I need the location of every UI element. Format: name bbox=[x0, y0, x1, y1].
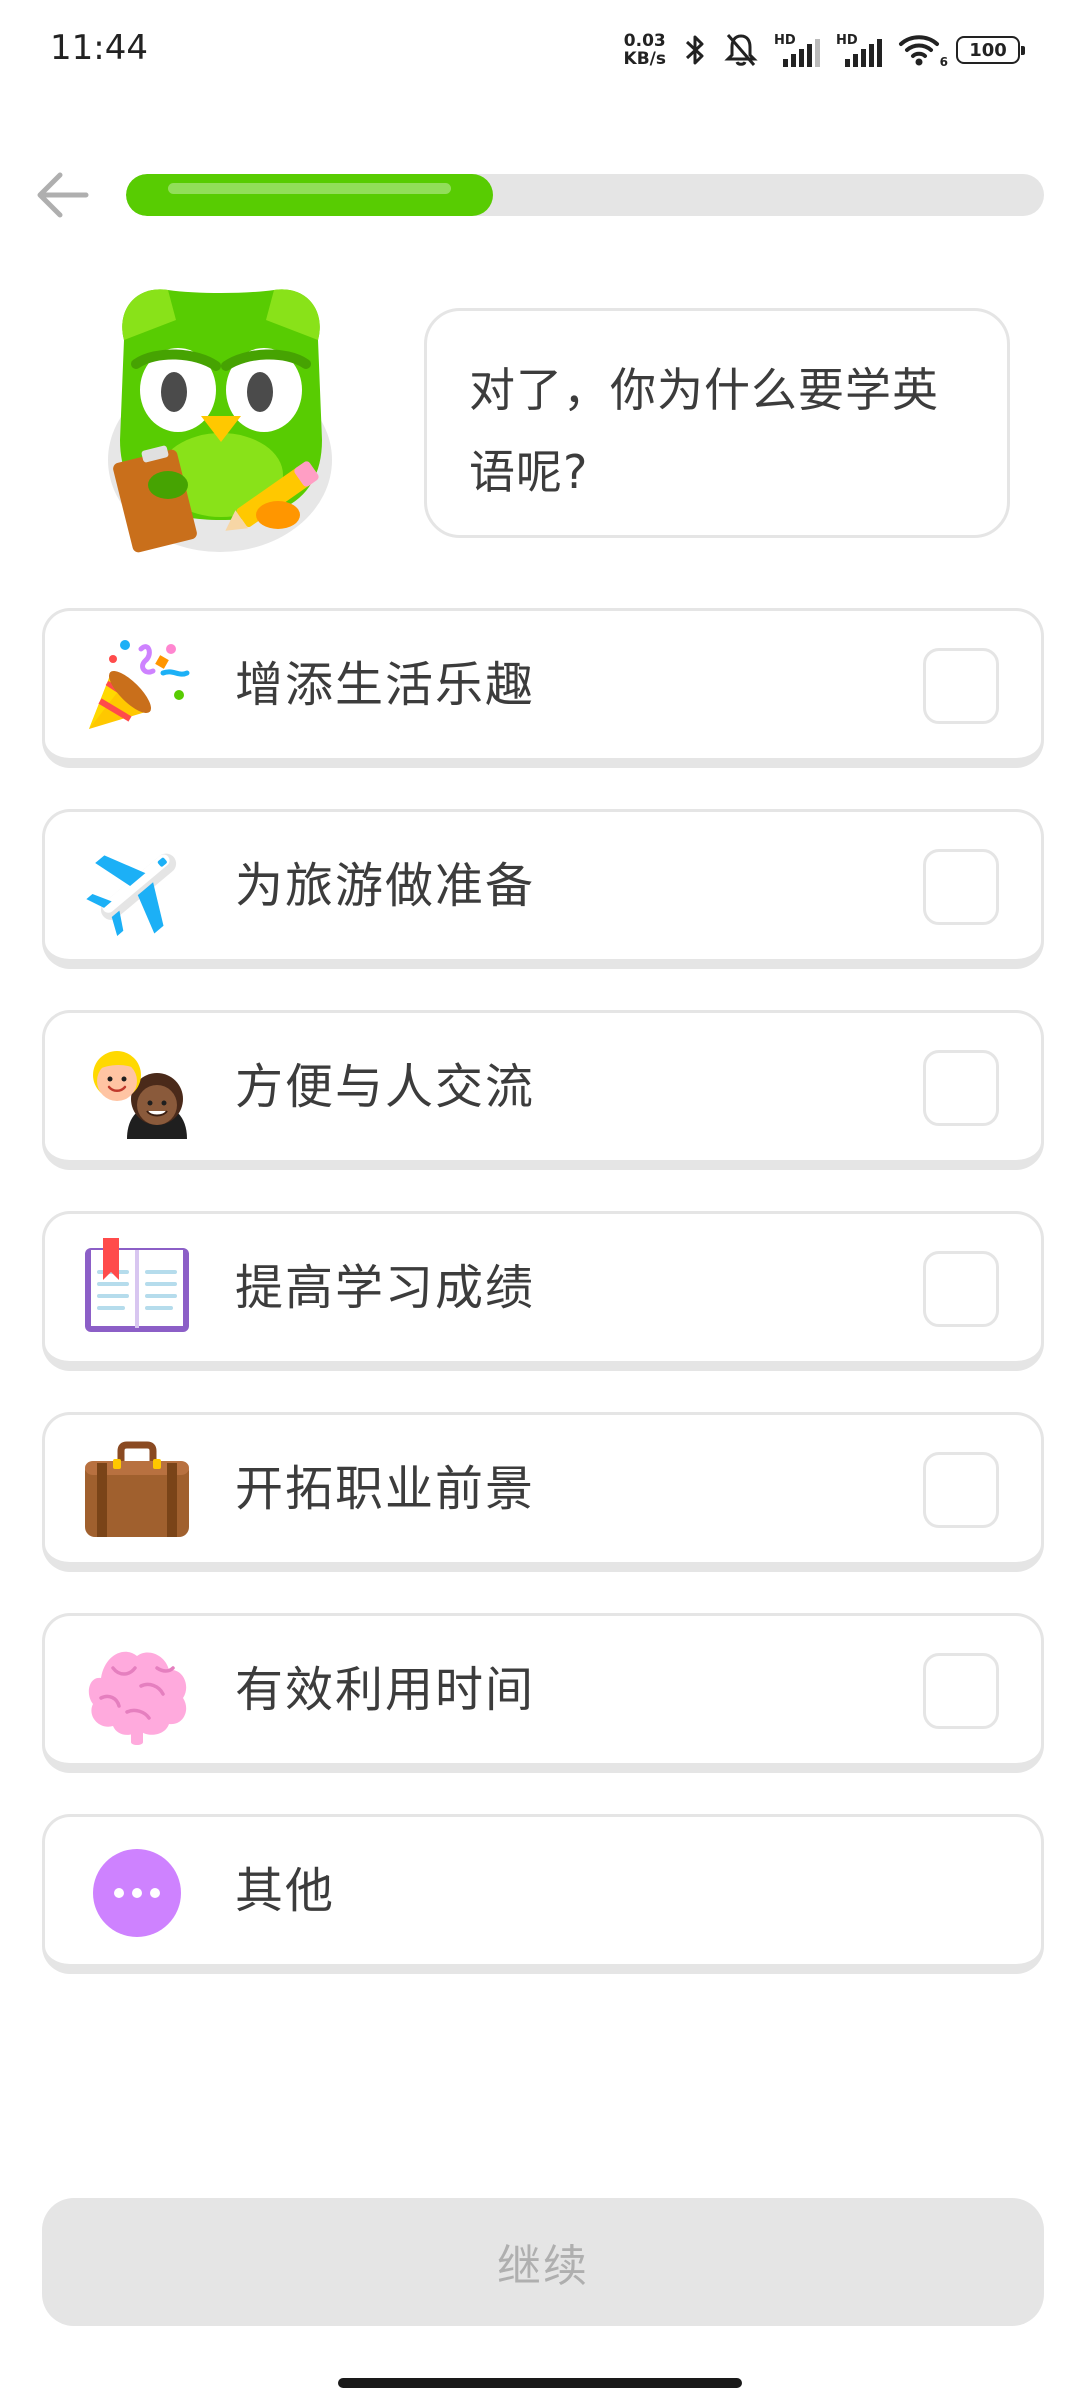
option-checkbox[interactable] bbox=[923, 1452, 999, 1528]
network-speed-unit: KB/s bbox=[623, 49, 666, 69]
option-label: 开拓职业前景 bbox=[235, 1461, 536, 1517]
screen: 11:44 0.03 KB/s HD HD 6 100 对了，你为什么要学英 语… bbox=[0, 0, 1080, 2400]
party-popper-icon bbox=[83, 633, 191, 741]
option-label: 提高学习成绩 bbox=[235, 1260, 536, 1316]
option-brain-training[interactable]: 有效利用时间 bbox=[42, 1613, 1044, 1773]
home-indicator[interactable] bbox=[338, 2378, 742, 2388]
option-label: 有效利用时间 bbox=[235, 1662, 536, 1718]
option-checkbox[interactable] bbox=[923, 1653, 999, 1729]
people-icon bbox=[83, 1035, 191, 1143]
prompt-line-2: 语呢? bbox=[469, 445, 589, 499]
book-icon bbox=[83, 1236, 191, 1344]
prompt-line-1: 对了，你为什么要学英 bbox=[469, 363, 939, 417]
option-communicate[interactable]: 方便与人交流 bbox=[42, 1010, 1044, 1170]
more-dots-icon bbox=[83, 1839, 191, 1947]
option-label: 增添生活乐趣 bbox=[235, 657, 536, 713]
wifi-sub-label: 6 bbox=[939, 55, 948, 69]
lesson-progress-bar bbox=[126, 174, 1044, 216]
option-checkbox[interactable] bbox=[923, 1050, 999, 1126]
battery-level: 100 bbox=[969, 39, 1007, 61]
option-label: 为旅游做准备 bbox=[235, 858, 536, 914]
signal-icon: HD bbox=[774, 33, 820, 67]
option-other[interactable]: 其他 bbox=[42, 1814, 1044, 1974]
progress-shine bbox=[168, 183, 452, 194]
signal-icon: HD bbox=[836, 33, 882, 67]
option-checkbox[interactable] bbox=[923, 1251, 999, 1327]
network-speed: 0.03 KB/s bbox=[624, 32, 666, 68]
brain-icon bbox=[83, 1638, 191, 1746]
status-bar: 11:44 0.03 KB/s HD HD 6 100 bbox=[0, 0, 1080, 100]
speech-bubble: 对了，你为什么要学英 语呢? bbox=[424, 308, 1010, 538]
arrow-left-icon bbox=[37, 172, 89, 218]
option-checkbox[interactable] bbox=[923, 849, 999, 925]
airplane-icon bbox=[83, 834, 191, 942]
option-school[interactable]: 提高学习成绩 bbox=[42, 1211, 1044, 1371]
mute-icon bbox=[724, 31, 758, 69]
options-list: 增添生活乐趣 为旅游做准备 方便与人交流 提高学习成绩 开拓职业前景 有效利用时… bbox=[42, 608, 1044, 2015]
progress-fill bbox=[126, 174, 494, 216]
status-icons: 0.03 KB/s HD HD 6 100 bbox=[624, 28, 1025, 72]
option-checkbox[interactable] bbox=[923, 648, 999, 724]
battery-icon: 100 bbox=[956, 36, 1025, 64]
status-time: 11:44 bbox=[50, 28, 148, 68]
continue-button[interactable]: 继续 bbox=[42, 2198, 1044, 2326]
network-speed-value: 0.03 bbox=[623, 31, 666, 51]
option-have-fun[interactable]: 增添生活乐趣 bbox=[42, 608, 1044, 768]
wifi-icon: 6 bbox=[898, 33, 948, 69]
briefcase-icon bbox=[83, 1437, 191, 1545]
back-button[interactable] bbox=[28, 165, 96, 225]
option-career[interactable]: 开拓职业前景 bbox=[42, 1412, 1044, 1572]
option-label: 方便与人交流 bbox=[235, 1059, 536, 1115]
owl-mascot bbox=[96, 280, 346, 570]
bluetooth-icon bbox=[682, 31, 708, 69]
option-label: 其他 bbox=[235, 1863, 336, 1919]
option-travel[interactable]: 为旅游做准备 bbox=[42, 809, 1044, 969]
